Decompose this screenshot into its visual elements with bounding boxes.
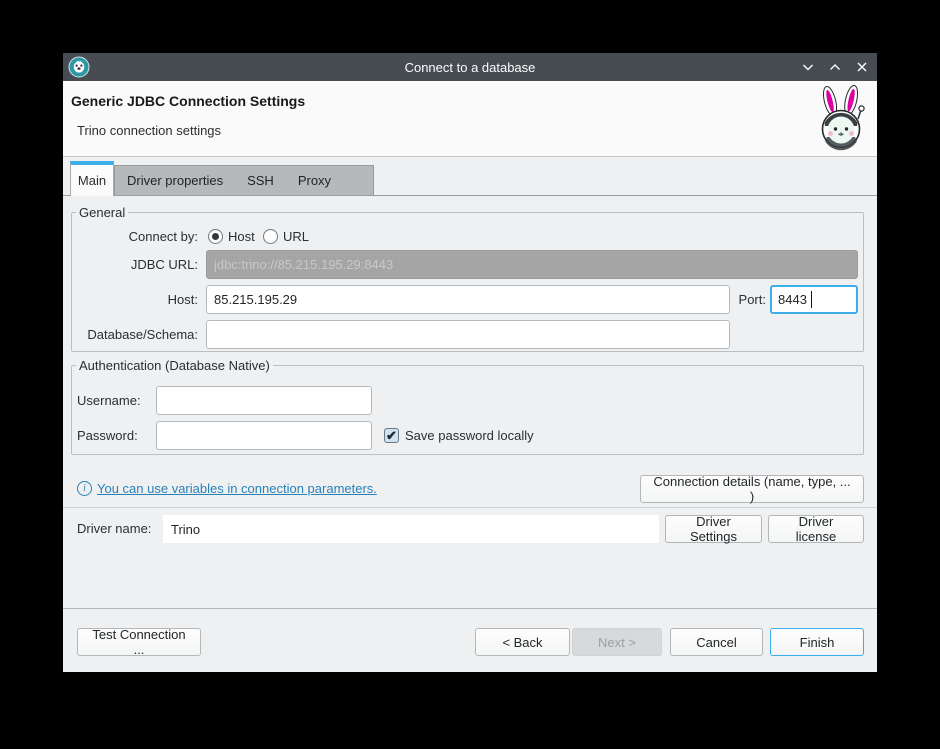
text-caret xyxy=(811,291,812,308)
tab-proxy[interactable]: Proxy xyxy=(286,173,343,188)
chevron-up-icon[interactable] xyxy=(828,60,842,74)
variables-link[interactable]: You can use variables in connection para… xyxy=(97,481,377,496)
page-subtitle: Trino connection settings xyxy=(77,123,221,138)
driver-license-button[interactable]: Driver license xyxy=(768,515,864,543)
auth-group-legend: Authentication (Database Native) xyxy=(76,358,273,373)
username-input[interactable] xyxy=(156,386,372,415)
username-label: Username: xyxy=(77,386,149,415)
port-input[interactable] xyxy=(770,285,858,314)
wizard-header: Generic JDBC Connection Settings Trino c… xyxy=(63,81,877,157)
jdbc-url-label: JDBC URL: xyxy=(98,250,198,279)
checkbox-checkmark-icon[interactable]: ✔ xyxy=(384,428,399,443)
inactive-tab-group: Driver properties SSH Proxy xyxy=(114,165,374,195)
screenshot-root: Connect to a database Generic JDBC Conne… xyxy=(0,0,940,749)
radio-url-label: URL xyxy=(283,229,309,244)
jdbc-url-field xyxy=(206,250,858,279)
tab-underline xyxy=(63,195,877,196)
tab-driver-properties[interactable]: Driver properties xyxy=(115,173,235,188)
general-group-legend: General xyxy=(76,205,128,220)
tab-bar: Main Driver properties SSH Proxy xyxy=(63,157,877,196)
password-label: Password: xyxy=(77,421,149,450)
driver-separator xyxy=(63,507,877,508)
database-schema-label: Database/Schema: xyxy=(73,320,198,349)
tab-ssh[interactable]: SSH xyxy=(235,173,286,188)
test-connection-button[interactable]: Test Connection ... xyxy=(77,628,201,656)
port-label: Port: xyxy=(726,285,766,314)
connection-details-button[interactable]: Connection details (name, type, ... ) xyxy=(640,475,864,503)
finish-button[interactable]: Finish xyxy=(770,628,864,656)
connect-by-label: Connect by: xyxy=(98,222,198,251)
radio-host-circle[interactable] xyxy=(208,229,223,244)
host-label: Host: xyxy=(98,285,198,314)
tab-main-label: Main xyxy=(78,173,106,188)
driver-name-label: Driver name: xyxy=(77,515,151,543)
page-title: Generic JDBC Connection Settings xyxy=(71,93,305,109)
host-input[interactable] xyxy=(206,285,730,314)
driver-settings-button[interactable]: Driver Settings xyxy=(665,515,762,543)
next-button: Next > xyxy=(572,628,662,656)
save-password-label: Save password locally xyxy=(405,428,534,443)
save-password-checkbox[interactable]: ✔ Save password locally xyxy=(384,428,534,443)
info-icon: i xyxy=(77,481,92,496)
cancel-button[interactable]: Cancel xyxy=(670,628,763,656)
database-schema-input[interactable] xyxy=(206,320,730,349)
trino-bunny-logo xyxy=(813,85,871,151)
footer-separator xyxy=(63,608,877,609)
window-title: Connect to a database xyxy=(63,60,877,75)
password-input[interactable] xyxy=(156,421,372,450)
tab-main[interactable]: Main xyxy=(70,161,114,196)
radio-host-label: Host xyxy=(228,229,255,244)
radio-url[interactable]: URL xyxy=(263,229,309,244)
driver-name-field xyxy=(163,515,659,543)
chevron-down-icon[interactable] xyxy=(801,60,815,74)
radio-url-circle[interactable] xyxy=(263,229,278,244)
back-button[interactable]: < Back xyxy=(475,628,570,656)
window-titlebar[interactable]: Connect to a database xyxy=(63,53,877,81)
window-controls xyxy=(801,53,869,81)
radio-host[interactable]: Host xyxy=(208,229,255,244)
connect-database-dialog: Connect to a database Generic JDBC Conne… xyxy=(63,53,877,672)
close-icon[interactable] xyxy=(855,60,869,74)
